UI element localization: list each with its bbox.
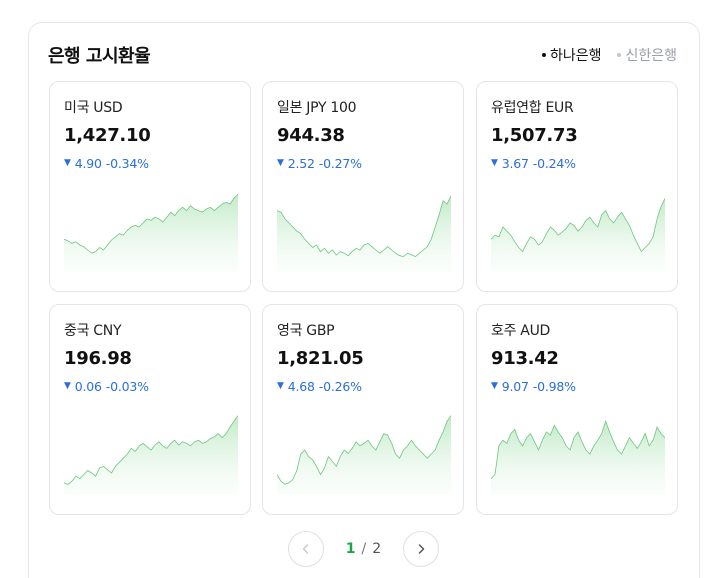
- sparkline-area: [491, 198, 665, 272]
- active-dot-icon: [541, 53, 546, 57]
- rate-change: ▼ 9.07 -0.98%: [491, 379, 576, 394]
- exchange-rate: 196.98: [64, 348, 132, 369]
- inactive-dot-icon: [617, 53, 622, 57]
- change-amount: 4.68: [287, 379, 315, 394]
- chevron-left-icon: [302, 544, 309, 554]
- down-triangle-icon: ▼: [277, 158, 284, 168]
- pagination: 1 / 2: [288, 531, 439, 567]
- change-percent: -0.34%: [105, 156, 149, 171]
- currency-card-aud[interactable]: 호주 AUD 913.42 ▼ 9.07 -0.98%: [476, 304, 678, 515]
- change-percent: -0.27%: [318, 156, 362, 171]
- currency-card-jpy[interactable]: 일본 JPY 100 944.38 ▼ 2.52 -0.27%: [262, 81, 464, 292]
- currency-name: 미국 USD: [64, 100, 123, 116]
- change-amount: 4.90: [74, 156, 102, 171]
- exchange-rate: 1,427.10: [64, 125, 151, 146]
- sparkline-area: [277, 195, 451, 272]
- change-amount: 0.06: [74, 379, 102, 394]
- currency-name: 유럽연합 EUR: [491, 100, 574, 116]
- change-percent: -0.03%: [105, 379, 149, 394]
- trend-sparkline: [491, 420, 665, 495]
- currency-card-eur[interactable]: 유럽연합 EUR 1,507.73 ▼ 3.67 -0.24%: [476, 81, 678, 292]
- change-amount: 3.67: [501, 156, 529, 171]
- tab-shinhan-bank[interactable]: 신한은행: [617, 45, 677, 65]
- prev-page-button[interactable]: [288, 531, 324, 567]
- sparkline-area: [64, 194, 238, 272]
- exchange-rate: 1,507.73: [491, 125, 578, 146]
- down-triangle-icon: ▼: [491, 381, 498, 391]
- trend-sparkline: [277, 195, 451, 272]
- change-percent: -0.24%: [532, 156, 576, 171]
- tab-label: 하나은행: [549, 48, 602, 64]
- currency-name: 일본 JPY 100: [277, 100, 357, 116]
- trend-sparkline: [277, 415, 451, 495]
- exchange-rate: 944.38: [277, 125, 345, 146]
- down-triangle-icon: ▼: [491, 158, 498, 168]
- change-amount: 9.07: [501, 379, 529, 394]
- tab-hana-bank[interactable]: 하나은행: [541, 45, 602, 65]
- change-percent: -0.98%: [532, 379, 576, 394]
- panel-title: 은행 고시환율: [48, 46, 151, 67]
- rate-change: ▼ 0.06 -0.03%: [64, 379, 149, 394]
- exchange-rate: 913.42: [491, 348, 559, 369]
- rate-change: ▼ 4.68 -0.26%: [277, 379, 362, 394]
- sparkline-area: [64, 415, 238, 495]
- next-page-button[interactable]: [403, 531, 439, 567]
- rate-change: ▼ 4.90 -0.34%: [64, 156, 149, 171]
- currency-name: 중국 CNY: [64, 323, 122, 339]
- currency-card-cny[interactable]: 중국 CNY 196.98 ▼ 0.06 -0.03%: [49, 304, 251, 515]
- currency-card-gbp[interactable]: 영국 GBP 1,821.05 ▼ 4.68 -0.26%: [262, 304, 464, 515]
- down-triangle-icon: ▼: [277, 381, 284, 391]
- trend-sparkline: [64, 193, 238, 272]
- currency-name: 호주 AUD: [491, 323, 551, 339]
- total-pages: 2: [372, 541, 382, 557]
- chevron-right-icon: [418, 544, 425, 554]
- currency-name: 영국 GBP: [277, 323, 335, 339]
- change-amount: 2.52: [287, 156, 315, 171]
- page-indicator: 1 / 2: [324, 541, 403, 557]
- exchange-rate: 1,821.05: [277, 348, 364, 369]
- currency-card-usd[interactable]: 미국 USD 1,427.10 ▼ 4.90 -0.34%: [49, 81, 251, 292]
- down-triangle-icon: ▼: [64, 158, 71, 168]
- down-triangle-icon: ▼: [64, 381, 71, 391]
- trend-sparkline: [491, 198, 665, 272]
- change-percent: -0.26%: [318, 379, 362, 394]
- rate-change: ▼ 2.52 -0.27%: [277, 156, 362, 171]
- current-page: 1: [345, 541, 356, 557]
- page-separator: /: [361, 541, 367, 557]
- tab-label: 신한은행: [625, 48, 677, 64]
- rate-change: ▼ 3.67 -0.24%: [491, 156, 576, 171]
- trend-sparkline: [64, 415, 238, 495]
- bank-tabs: 하나은행 신한은행: [541, 45, 677, 65]
